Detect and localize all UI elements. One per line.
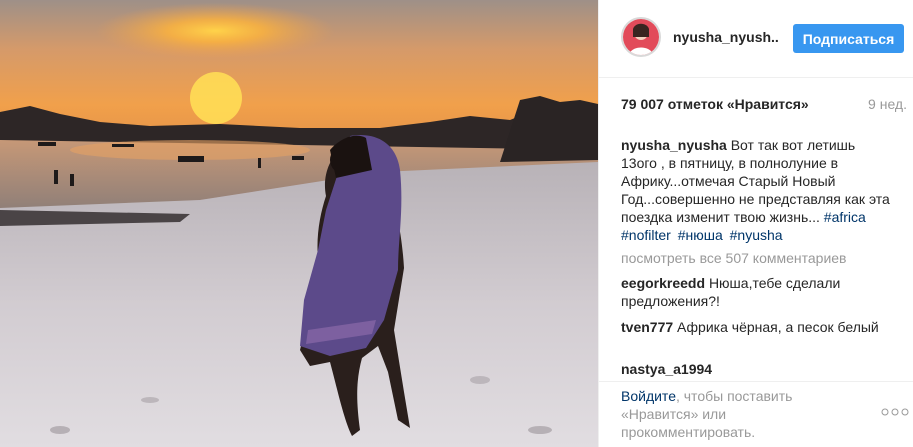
hashtag-link[interactable]: #nofilter [621, 227, 671, 243]
hashtag-link[interactable]: #africa [824, 209, 866, 225]
hashtag-link[interactable]: #нюша [678, 227, 723, 243]
comment-text: Африка чёрная, а песок белый [677, 319, 879, 335]
comment-item: nastya_a1994 [621, 360, 893, 378]
post-age[interactable]: 9 нед. [868, 96, 907, 112]
avatar-image-icon [623, 19, 659, 55]
post-caption: nyusha_nyusha Вот так вот летишь 13ого ,… [621, 136, 893, 244]
likes-count[interactable]: 79 007 отметок «Нравится» [621, 96, 809, 112]
post-photo[interactable] [0, 0, 598, 447]
comment-item: tven777 Африка чёрная, а песок белый [621, 318, 893, 336]
comment-item: eegorkreedd Нюша,тебе сделали предложени… [621, 274, 893, 310]
login-prompt: Войдите, чтобы поставить «Нравится» или … [621, 387, 811, 441]
caption-username[interactable]: nyusha_nyusha [621, 137, 727, 153]
beach-sunset-photo [0, 0, 598, 447]
post-view: nyusha_nyush.. Подписаться 79 007 отмето… [0, 0, 913, 447]
login-link[interactable]: Войдите [621, 388, 676, 404]
comment-username[interactable]: nastya_a1994 [621, 361, 712, 377]
avatar[interactable] [621, 17, 661, 57]
hashtag-link[interactable]: #nyusha [730, 227, 783, 243]
view-all-comments-link[interactable]: посмотреть все 507 комментариев [621, 250, 847, 266]
header-username[interactable]: nyusha_nyush.. [673, 29, 779, 45]
follow-button[interactable]: Подписаться [793, 24, 904, 53]
post-header: nyusha_nyush.. Подписаться [599, 0, 913, 78]
more-options-icon[interactable] [881, 406, 909, 418]
comment-username[interactable]: eegorkreedd [621, 275, 705, 291]
post-footer: Войдите, чтобы поставить «Нравится» или … [599, 381, 913, 447]
post-side-panel: nyusha_nyush.. Подписаться 79 007 отмето… [598, 0, 913, 447]
comment-username[interactable]: tven777 [621, 319, 673, 335]
